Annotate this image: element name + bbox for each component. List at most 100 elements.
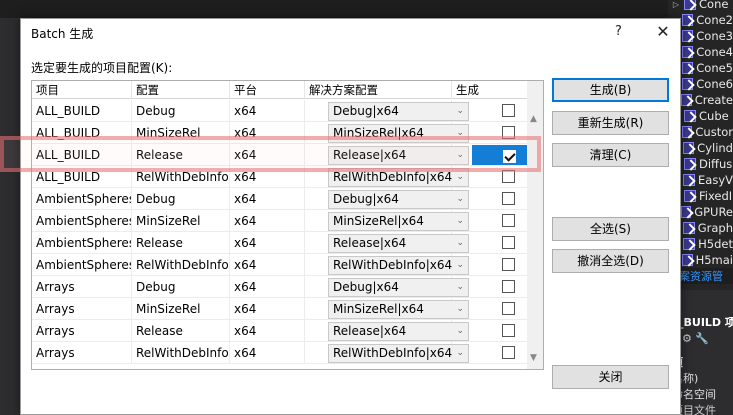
column-header-solution-config[interactable]: 解决方案配置	[305, 81, 452, 99]
solution-explorer-item-label: Create	[694, 93, 733, 107]
solution-config-dropdown[interactable]: MinSizeRel|x64 ⌄	[328, 124, 469, 143]
dropdown-value: MinSizeRel|x64	[333, 302, 424, 316]
project-icon	[682, 142, 695, 154]
properties-toolbar-icons[interactable]: ⚙ 🔧	[682, 332, 709, 345]
table-row[interactable]: ALL_BUILD Debug x64 Debug|x64 ⌄	[32, 100, 527, 122]
table-row[interactable]: AmbientSpheres Release x64 Release|x64 ⌄	[32, 232, 527, 254]
deselect-all-button[interactable]: 撤消全选(D)	[552, 249, 669, 273]
table-row[interactable]: Arrays MinSizeRel x64 MinSizeRel|x64 ⌄	[32, 298, 527, 320]
solution-config-dropdown[interactable]: MinSizeRel|x64 ⌄	[328, 212, 469, 231]
scroll-up-icon[interactable]: ▲	[530, 114, 537, 124]
solution-config-dropdown[interactable]: RelWithDebInfo|x64 ⌄	[328, 168, 469, 187]
cell-platform: x64	[234, 170, 257, 184]
table-row[interactable]: AmbientSpheres Debug x64 Debug|x64 ⌄	[32, 188, 527, 210]
build-checkbox[interactable]	[502, 236, 515, 249]
column-divider	[229, 210, 230, 232]
column-divider	[131, 100, 132, 122]
cell-platform: x64	[234, 126, 257, 140]
scroll-down-icon[interactable]: ▼	[530, 353, 537, 363]
table-row[interactable]: ALL_BUILD RelWithDebInfo x64 RelWithDebInfo…	[32, 166, 527, 188]
build-checkbox[interactable]	[502, 170, 515, 183]
table-row[interactable]: Arrays RelWithDebInfo x64 RelWithDebInfo|x6…	[32, 342, 527, 364]
project-icon	[682, 30, 694, 42]
project-icon	[683, 238, 696, 250]
build-checkbox[interactable]	[503, 150, 516, 163]
build-checkbox[interactable]	[502, 192, 515, 205]
cell-platform: x64	[234, 280, 257, 294]
table-row[interactable]: ALL_BUILD Release x64 Release|x64 ⌄	[32, 144, 543, 166]
close-button[interactable]: 关闭	[552, 365, 669, 389]
solution-explorer-item[interactable]: ▷ Cone	[668, 0, 733, 12]
solution-config-dropdown[interactable]: Release|x64 ⌄	[328, 146, 469, 165]
close-icon[interactable]: ✕	[651, 21, 675, 43]
project-icon	[684, 190, 696, 202]
build-checkbox[interactable]	[502, 302, 515, 315]
build-checkbox[interactable]	[502, 126, 515, 139]
solution-explorer-item-label: Diffus	[699, 157, 733, 171]
table-row[interactable]: ALL_BUILD MinSizeRel x64 MinSizeRel|x64 ⌄	[32, 122, 527, 144]
column-divider	[131, 122, 132, 144]
dropdown-value: MinSizeRel|x64	[333, 214, 424, 228]
solution-explorer-item-label: Graph	[697, 221, 733, 235]
project-icon	[682, 46, 694, 58]
table-row[interactable]: AmbientSpheres RelWithDebInfo x64 RelWithDe…	[32, 254, 527, 276]
solution-explorer-item-label: Cube	[699, 109, 729, 123]
solution-config-dropdown[interactable]: RelWithDebInfo|x64 ⌄	[328, 256, 469, 275]
properties-title: _BUILD 项	[678, 316, 733, 329]
cell-project: Arrays	[36, 346, 75, 360]
chevron-down-icon: ⌄	[456, 282, 464, 292]
column-divider	[131, 254, 132, 276]
dropdown-value: Debug|x64	[333, 280, 399, 294]
column-divider	[131, 276, 132, 298]
cell-project: Arrays	[36, 324, 75, 338]
rebuild-button[interactable]: 重新生成(R)	[552, 111, 669, 135]
solution-config-dropdown[interactable]: Release|x64 ⌄	[328, 234, 469, 253]
column-divider	[131, 144, 132, 166]
solution-config-dropdown[interactable]: Release|x64 ⌄	[328, 322, 469, 341]
chevron-down-icon: ⌄	[456, 106, 464, 116]
chevron-down-icon: ⌄	[456, 348, 464, 358]
dropdown-value: Release|x64	[333, 324, 407, 338]
column-divider	[304, 342, 305, 364]
expand-arrow-icon[interactable]: ▷	[668, 0, 684, 9]
build-checkbox[interactable]	[502, 214, 515, 227]
column-divider	[229, 122, 230, 144]
build-checkbox[interactable]	[502, 346, 515, 359]
solution-explorer-item-label: EasyV	[698, 173, 733, 187]
clean-button[interactable]: 清理(C)	[552, 143, 669, 167]
solution-config-dropdown[interactable]: Debug|x64 ⌄	[328, 102, 469, 121]
build-checkbox[interactable]	[502, 324, 515, 337]
cell-config: MinSizeRel	[136, 126, 201, 140]
column-header-project[interactable]: 项目	[32, 81, 132, 99]
build-button[interactable]: 生成(B)	[552, 78, 669, 102]
column-divider	[229, 166, 230, 188]
column-divider	[131, 342, 132, 364]
cell-project: AmbientSpheres	[36, 258, 132, 272]
vertical-scrollbar[interactable]: ▲ ▼	[527, 81, 543, 369]
solution-config-dropdown[interactable]: Debug|x64 ⌄	[328, 278, 469, 297]
column-header-build[interactable]: 生成	[452, 81, 527, 99]
column-header-platform[interactable]: 平台	[230, 81, 305, 99]
table-row[interactable]: AmbientSpheres MinSizeRel x64 MinSizeRel|x6…	[32, 210, 527, 232]
solution-config-dropdown[interactable]: MinSizeRel|x64 ⌄	[328, 300, 469, 319]
table-row[interactable]: Arrays Debug x64 Debug|x64 ⌄	[32, 276, 527, 298]
chevron-down-icon: ⌄	[456, 150, 464, 160]
build-checkbox[interactable]	[502, 104, 515, 117]
build-checkbox[interactable]	[502, 258, 515, 271]
cell-config: Release	[136, 148, 183, 162]
dropdown-value: Debug|x64	[333, 104, 399, 118]
cell-config: RelWithDebInfo	[136, 170, 229, 184]
cell-platform: x64	[234, 236, 257, 250]
solution-config-dropdown[interactable]: Debug|x64 ⌄	[328, 190, 469, 209]
column-divider	[229, 298, 230, 320]
build-checkbox[interactable]	[502, 280, 515, 293]
select-all-button[interactable]: 全选(S)	[552, 217, 669, 241]
help-button[interactable]: ?	[615, 24, 622, 39]
dropdown-value: MinSizeRel|x64	[333, 126, 424, 140]
cell-platform: x64	[234, 148, 257, 162]
column-divider	[229, 342, 230, 364]
solution-config-dropdown[interactable]: RelWithDebInfo|x64 ⌄	[328, 344, 469, 363]
column-divider	[229, 188, 230, 210]
table-row[interactable]: Arrays Release x64 Release|x64 ⌄	[32, 320, 527, 342]
column-header-config[interactable]: 配置	[132, 81, 230, 99]
